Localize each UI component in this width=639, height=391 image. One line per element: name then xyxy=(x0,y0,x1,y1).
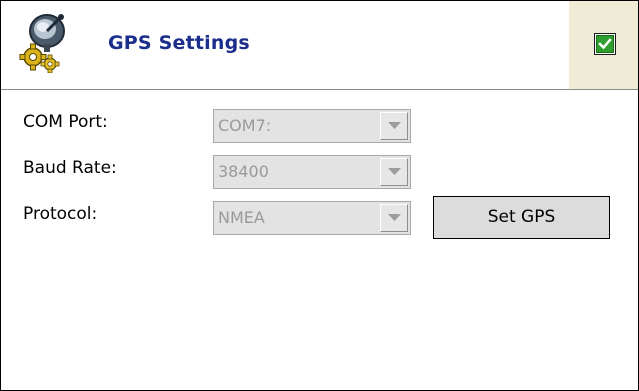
protocol-dropdown-button[interactable] xyxy=(380,204,408,232)
gps-settings-window: GPS Settings COM Port: COM7: Baud Rate: … xyxy=(0,0,639,391)
protocol-select[interactable]: NMEA xyxy=(213,201,411,235)
baud-rate-value: 38400 xyxy=(218,162,269,181)
baud-rate-dropdown-button[interactable] xyxy=(380,158,408,186)
title-bar: GPS Settings xyxy=(1,1,638,90)
baud-rate-label: Baud Rate: xyxy=(23,158,117,178)
set-gps-button[interactable]: Set GPS xyxy=(433,196,610,239)
gps-settings-icon xyxy=(17,11,75,74)
chevron-down-icon xyxy=(388,214,401,221)
com-port-label: COM Port: xyxy=(23,112,108,132)
baud-rate-select[interactable]: 38400 xyxy=(213,155,411,189)
chevron-down-icon xyxy=(388,122,401,129)
com-port-value: COM7: xyxy=(218,116,272,135)
ok-button[interactable] xyxy=(594,33,616,55)
ok-area xyxy=(569,1,638,89)
com-port-select[interactable]: COM7: xyxy=(213,109,411,143)
protocol-value: NMEA xyxy=(218,208,265,227)
checkmark-icon xyxy=(596,35,614,53)
page-title: GPS Settings xyxy=(108,32,250,54)
chevron-down-icon xyxy=(388,168,401,175)
protocol-label: Protocol: xyxy=(23,204,98,224)
com-port-dropdown-button[interactable] xyxy=(380,112,408,140)
